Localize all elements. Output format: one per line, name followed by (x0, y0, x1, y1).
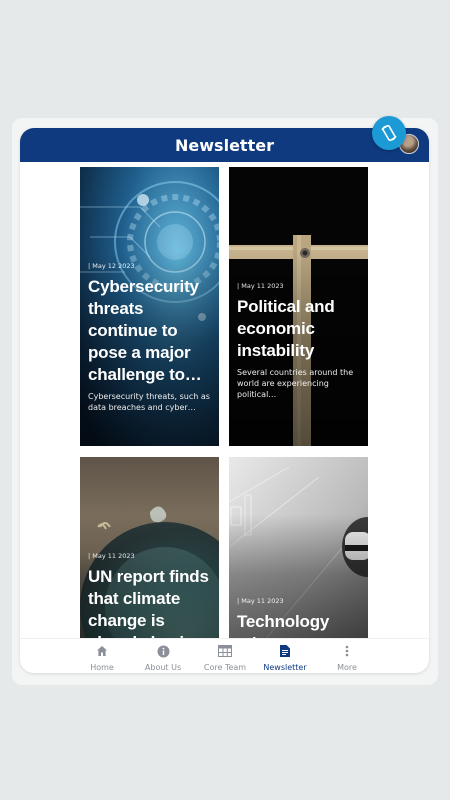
article-date: | May 11 2023 (88, 552, 135, 560)
tab-label: More (337, 663, 357, 672)
article-excerpt: Several countries around the world are e… (237, 368, 354, 399)
article-title: Political and economic instability (237, 297, 335, 360)
article-text: | May 11 2023 UN report finds that clima… (88, 552, 213, 638)
article-title: Technology advancements (237, 612, 353, 638)
page-title: Newsletter (175, 135, 274, 155)
article-text: | May 12 2023 Cybersecurity threats cont… (88, 262, 213, 413)
article-card[interactable]: | May 11 2023 Political and economic ins… (229, 167, 368, 446)
more-vertical-icon (345, 643, 349, 659)
article-excerpt: Cybersecurity threats, such as data brea… (88, 392, 210, 412)
header-bar: Newsletter (20, 128, 429, 162)
article-text: | May 11 2023 Political and economic ins… (237, 282, 362, 400)
article-card[interactable]: | May 11 2023 UN report finds that clima… (80, 457, 219, 638)
tab-label: About Us (144, 663, 182, 672)
article-text: | May 11 2023 Technology advancements (237, 597, 362, 638)
home-icon (96, 643, 108, 659)
article-date: | May 12 2023 (88, 262, 135, 270)
app-window: Newsletter | May 12 2023 Cybersecurity t… (20, 128, 429, 673)
bottom-tab-bar: Home About Us Core Team Newsletter More (20, 638, 429, 673)
tab-more[interactable]: More (316, 639, 378, 673)
tab-label: Core Team (203, 663, 247, 672)
article-grid: | May 12 2023 Cybersecurity threats cont… (20, 162, 429, 638)
article-date: | May 11 2023 (237, 282, 284, 290)
tab-about-us[interactable]: About Us (132, 639, 194, 673)
article-card[interactable]: | May 11 2023 Technology advancements (229, 457, 368, 638)
tab-newsletter[interactable]: Newsletter (254, 639, 316, 673)
document-icon (280, 643, 290, 659)
info-icon (157, 643, 170, 659)
tab-label: Newsletter (263, 663, 307, 672)
article-title: Cybersecurity threats continue to pose a… (88, 277, 202, 384)
article-title: UN report finds that climate change is a… (88, 567, 209, 638)
article-date: | May 11 2023 (237, 597, 284, 605)
rotate-screen-button[interactable] (372, 116, 406, 150)
tab-label: Home (90, 663, 114, 672)
article-card[interactable]: | May 12 2023 Cybersecurity threats cont… (80, 167, 219, 446)
tab-core-team[interactable]: Core Team (194, 639, 256, 673)
tab-home[interactable]: Home (71, 639, 133, 673)
rotate-icon (379, 123, 399, 143)
team-grid-icon (218, 643, 232, 659)
